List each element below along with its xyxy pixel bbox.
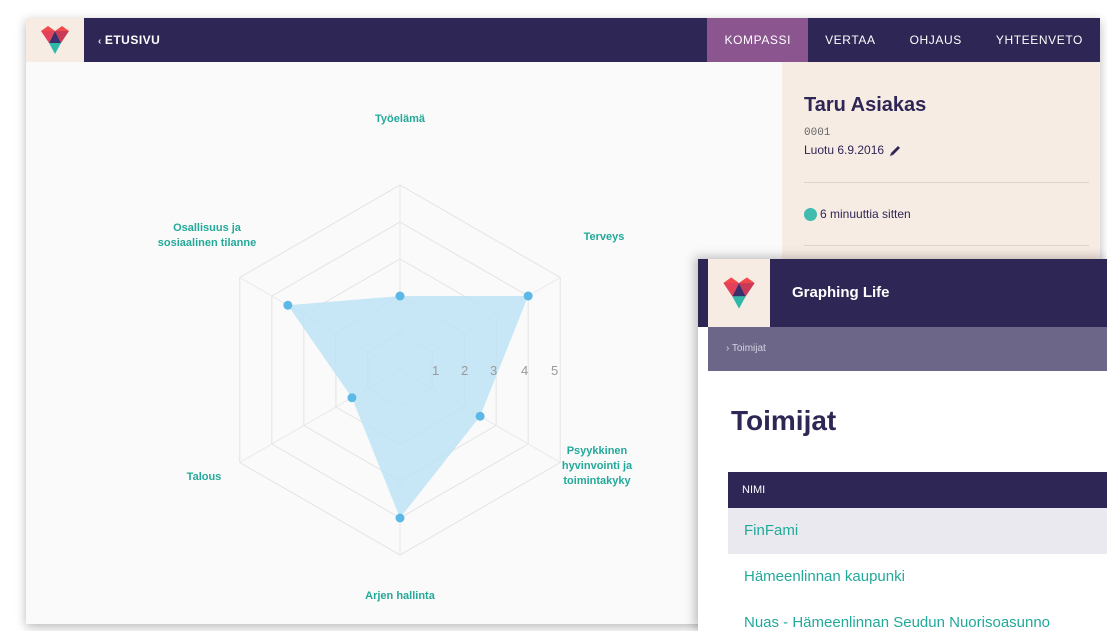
gem-logo-icon <box>41 26 69 54</box>
divider <box>804 182 1089 183</box>
app-logo[interactable] <box>26 18 84 62</box>
back-to-home-link[interactable]: ‹ ETUSIVU <box>98 18 160 62</box>
radar-axis-label-line: sosiaalinen tilanne <box>158 237 256 249</box>
top-nav-bar: ‹ ETUSIVU KOMPASSI VERTAA OHJAUS YHTEENVE… <box>26 18 1100 62</box>
client-profile-panel: Taru Asiakas 0001 Luotu 6.9.2016 6 minuu… <box>782 62 1100 272</box>
gem-logo-icon <box>723 277 755 309</box>
radar-axis-label: Talous <box>187 471 222 483</box>
tab-yhteenveto[interactable]: YHTEENVETO <box>979 18 1100 62</box>
radar-axis-label-line: toimintakyky <box>563 475 631 487</box>
tab-vertaa[interactable]: VERTAA <box>808 18 893 62</box>
radar-axis-label: Terveys <box>584 231 625 243</box>
radar-axis-label: Arjen hallinta <box>365 590 436 602</box>
radar-tick-label: 2 <box>461 363 468 378</box>
app-title: Graphing Life <box>792 284 890 301</box>
chevron-left-icon: ‹ <box>98 36 102 47</box>
radar-axis-label-line: Talous <box>187 471 222 483</box>
radar-tick-label: 5 <box>551 363 558 378</box>
status-dot-icon <box>804 207 817 221</box>
radar-axis-label-line: Osallisuus ja <box>173 222 242 234</box>
radar-axis-label: Osallisuus ja sosiaalinen tilanne <box>158 222 256 249</box>
created-date: Luotu 6.9.2016 <box>804 143 885 157</box>
table-row[interactable]: Nuas - Hämeenlinnan Seudun Nuorisoasunno <box>728 600 1107 631</box>
breadcrumb-item-toimijat[interactable]: › Toimijat <box>726 327 766 371</box>
column-header-name[interactable]: NIMI <box>728 472 1107 508</box>
page-title: Toimijat <box>731 405 837 436</box>
compass-radar-chart: 1 2 3 4 5 Työelämä Terveys Psyykkinen hyvinvoin… <box>158 113 633 602</box>
table-row[interactable]: FinFami <box>728 508 1107 554</box>
last-activity-row: 6 minuuttia sitten <box>804 207 911 221</box>
radar-tick-label: 1 <box>432 363 439 378</box>
last-activity-text: 6 minuuttia sitten <box>820 207 911 221</box>
radar-data-point <box>523 291 533 301</box>
back-link-label: ETUSIVU <box>104 33 161 47</box>
app-logo[interactable] <box>708 259 770 327</box>
radar-axis-label-line: hyvinvointi ja <box>562 460 633 472</box>
main-tabs: KOMPASSI VERTAA OHJAUS YHTEENVETO <box>707 18 1100 62</box>
radar-tick-label: 3 <box>490 363 497 378</box>
radar-data-point <box>347 393 357 403</box>
radar-axis-label-line: Psyykkinen <box>567 445 628 457</box>
tab-kompassi[interactable]: KOMPASSI <box>707 18 809 62</box>
pencil-edit-icon[interactable] <box>889 144 902 157</box>
radar-axis-label-line: Työelämä <box>375 113 426 125</box>
radar-axis-label-line: Terveys <box>584 231 625 243</box>
radar-data-point <box>283 300 293 310</box>
client-name: Taru Asiakas <box>804 94 927 116</box>
actors-window: Graphing Life › Toimijat Toimijat NIMI F… <box>698 259 1107 631</box>
radar-axis-label: Työelämä <box>375 113 426 125</box>
radar-axis-label-line: Arjen hallinta <box>365 590 436 602</box>
radar-data-point <box>475 411 485 421</box>
created-date-row: Luotu 6.9.2016 <box>804 143 902 157</box>
radar-data-point <box>395 513 405 523</box>
radar-axis-label: Psyykkinen hyvinvointi ja toimintakyky <box>562 445 633 487</box>
tab-ohjaus[interactable]: OHJAUS <box>893 18 979 62</box>
table-row[interactable]: Hämeenlinnan kaupunki <box>728 554 1107 600</box>
radar-data-area <box>287 296 529 518</box>
radar-data-point <box>395 291 405 301</box>
breadcrumb: › Toimijat <box>708 327 1107 371</box>
actors-table: NIMI FinFami Hämeenlinnan kaupunki Nuas … <box>728 472 1107 631</box>
client-id: 0001 <box>804 127 831 139</box>
actors-header-bar: Graphing Life <box>698 259 1107 327</box>
divider <box>804 245 1089 246</box>
radar-tick-label: 4 <box>521 363 528 378</box>
